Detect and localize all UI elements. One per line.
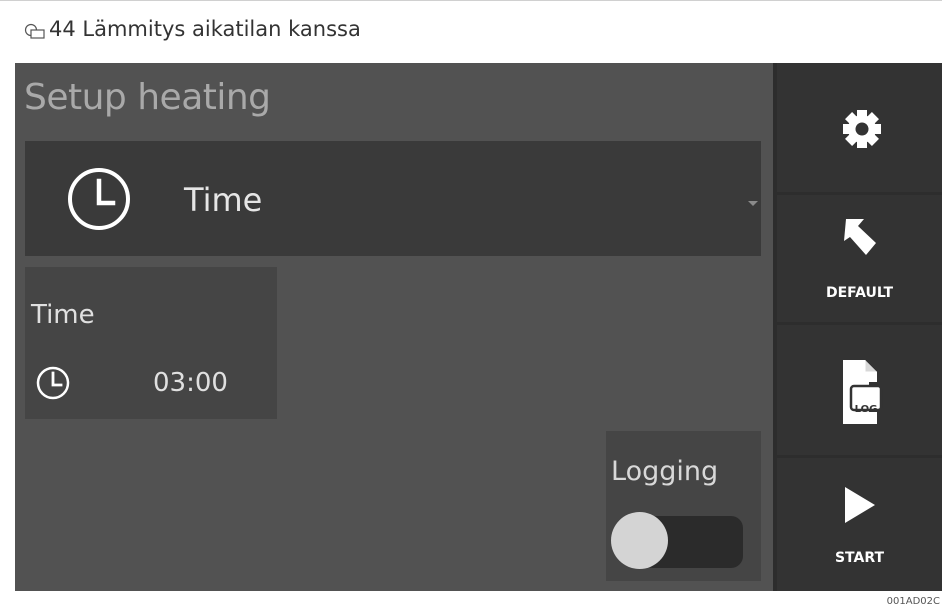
logging-card: Logging [606, 431, 761, 581]
figure-caption: 44 Lämmitys aikatilan kanssa [49, 17, 361, 41]
log-file-icon [843, 360, 883, 424]
logging-label: Logging [611, 456, 719, 487]
logging-toggle[interactable] [611, 512, 743, 569]
image-code: 001AD02C [886, 596, 940, 607]
figure-caption-bar: 44 Lämmitys aikatilan kanssa [0, 0, 942, 52]
time-setting-card[interactable]: Time 03:00 [25, 267, 277, 419]
heating-mode-label: Time [184, 181, 263, 219]
log-button[interactable]: LOG [777, 325, 942, 455]
start-button-label: START [834, 550, 885, 566]
heating-mode-dropdown[interactable]: Time [25, 141, 761, 256]
main-panel: Setup heating Time Time 03:00 Logging [15, 63, 773, 591]
start-button[interactable]: START [777, 458, 942, 591]
log-badge-label: LOG [854, 404, 878, 415]
toggle-thumb [611, 512, 668, 569]
clock-icon [68, 168, 130, 230]
default-button-label: DEFAULT [825, 285, 894, 301]
settings-button[interactable] [777, 63, 942, 192]
default-button[interactable]: DEFAULT [777, 195, 942, 322]
sidebar: DEFAULT LOG START [773, 63, 942, 591]
device-screen: Setup heating Time Time 03:00 Logging DE… [15, 63, 942, 591]
return-arrow-icon [844, 219, 876, 255]
play-icon [845, 487, 875, 523]
time-setting-label: Time [31, 300, 95, 330]
document-tab-icon [24, 23, 45, 39]
clock-icon [36, 366, 70, 400]
time-setting-value: 03:00 [153, 368, 228, 398]
chevron-down-icon [748, 201, 758, 206]
page-title: Setup heating [24, 77, 271, 118]
gear-icon [843, 110, 881, 148]
